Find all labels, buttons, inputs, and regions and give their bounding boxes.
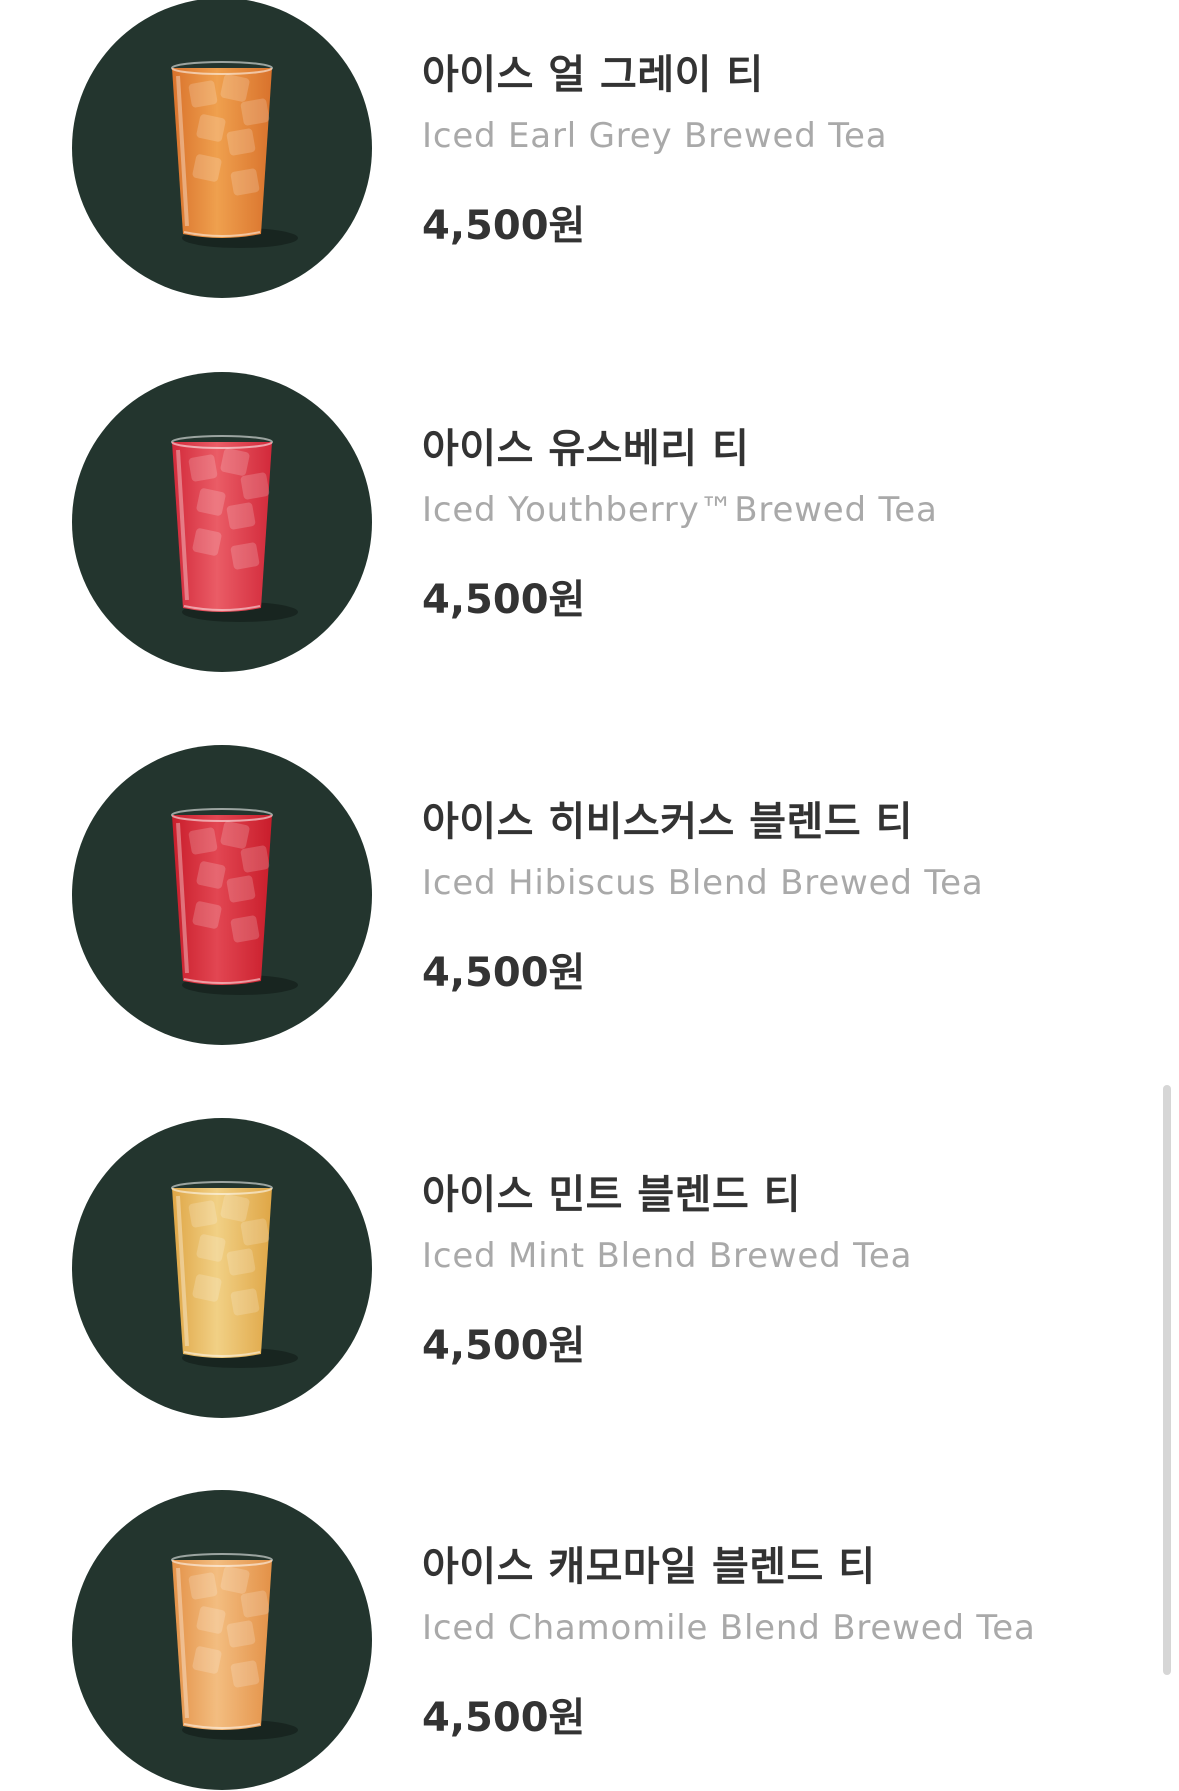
item-name-en: Iced Hibiscus Blend Brewed Tea: [422, 863, 984, 903]
item-name-ko: 아이스 민트 블렌드 티: [422, 1172, 801, 1218]
item-name-ko: 아이스 유스베리 티: [422, 426, 750, 472]
iced-tea-glass-icon: [171, 435, 298, 622]
menu-item-mint[interactable]: 아이스 민트 블렌드 티 Iced Mint Blend Brewed Tea …: [0, 1118, 1120, 1418]
drink-image: [72, 0, 372, 298]
item-price: 4,500원: [422, 577, 586, 623]
item-name-en: Iced Earl Grey Brewed Tea: [422, 116, 888, 156]
iced-tea-glass-icon: [171, 1553, 298, 1740]
menu-item-hibiscus[interactable]: 아이스 히비스커스 블렌드 티 Iced Hibiscus Blend Brew…: [0, 745, 1120, 1045]
menu-item-earl-grey[interactable]: 아이스 얼 그레이 티 Iced Earl Grey Brewed Tea 4,…: [0, 0, 1120, 298]
drink-image: [72, 1118, 372, 1418]
item-name-en: Iced Chamomile Blend Brewed Tea: [422, 1608, 1036, 1648]
iced-tea-glass-icon: [171, 61, 298, 248]
item-name-ko: 아이스 캐모마일 블렌드 티: [422, 1544, 876, 1590]
item-price: 4,500원: [422, 1323, 586, 1369]
iced-tea-glass-icon: [171, 808, 298, 995]
scrollbar[interactable]: [1161, 0, 1171, 1791]
item-name-en: Iced Mint Blend Brewed Tea: [422, 1236, 913, 1276]
item-price: 4,500원: [422, 950, 586, 996]
menu-item-youthberry[interactable]: 아이스 유스베리 티 Iced Youthberry™Brewed Tea 4,…: [0, 372, 1120, 672]
item-price: 4,500원: [422, 203, 586, 249]
menu-item-chamomile[interactable]: 아이스 캐모마일 블렌드 티 Iced Chamomile Blend Brew…: [0, 1490, 1120, 1790]
item-name-en: Iced Youthberry™Brewed Tea: [422, 490, 938, 530]
item-name-ko: 아이스 히비스커스 블렌드 티: [422, 799, 913, 845]
drink-image: [72, 372, 372, 672]
drink-image: [72, 1490, 372, 1790]
item-name-ko: 아이스 얼 그레이 티: [422, 52, 764, 98]
drink-image: [72, 745, 372, 1045]
item-price: 4,500원: [422, 1695, 586, 1741]
menu-list: 아이스 얼 그레이 티 Iced Earl Grey Brewed Tea 4,…: [0, 0, 1179, 1791]
iced-tea-glass-icon: [171, 1181, 298, 1368]
scrollbar-thumb[interactable]: [1163, 1085, 1171, 1675]
